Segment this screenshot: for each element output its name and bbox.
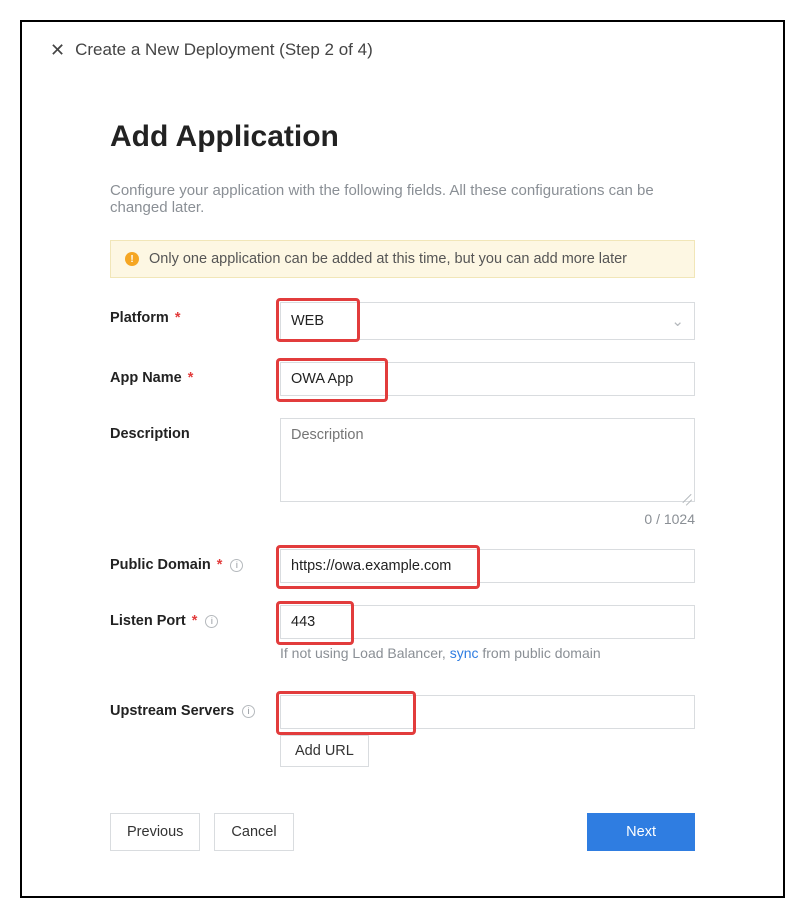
label-listen-port: Listen Port * i [110, 605, 280, 629]
label-listen-port-text: Listen Port [110, 613, 186, 629]
label-public-domain-text: Public Domain [110, 557, 211, 573]
row-public-domain: Public Domain * i [110, 549, 695, 583]
upstream-input[interactable] [280, 695, 695, 729]
deployment-dialog: ✕ Create a New Deployment (Step 2 of 4) … [20, 20, 785, 898]
spacer [308, 813, 574, 851]
listen-port-hint-suffix: from public domain [478, 645, 600, 661]
row-upstream: Upstream Servers i [110, 695, 695, 729]
next-button[interactable]: Next [587, 813, 695, 851]
label-app-name: App Name * [110, 362, 280, 386]
listen-port-hint: If not using Load Balancer, sync from pu… [280, 645, 695, 661]
row-platform: Platform * WEB ⌄ [110, 302, 695, 340]
required-asterisk: * [188, 370, 194, 386]
platform-select[interactable]: WEB ⌄ [280, 302, 695, 340]
info-icon: ! [125, 252, 139, 266]
close-icon[interactable]: ✕ [50, 41, 65, 59]
dialog-footer: Previous Cancel Next [50, 813, 755, 851]
label-platform-text: Platform [110, 310, 169, 326]
info-notice: ! Only one application can be added at t… [110, 240, 695, 278]
public-domain-input[interactable] [280, 549, 695, 583]
listen-port-input[interactable] [280, 605, 695, 639]
spacer [110, 735, 280, 743]
label-description: Description [110, 418, 280, 442]
dialog-title: Create a New Deployment (Step 2 of 4) [75, 40, 373, 60]
info-notice-text: Only one application can be added at thi… [149, 251, 627, 267]
label-description-text: Description [110, 426, 190, 442]
page-title: Add Application [110, 120, 695, 154]
required-asterisk: * [217, 557, 223, 573]
row-upstream-add: Add URL [110, 735, 695, 767]
row-app-name: App Name * [110, 362, 695, 396]
label-upstream-text: Upstream Servers [110, 703, 234, 719]
label-app-name-text: App Name [110, 370, 182, 386]
description-textarea[interactable] [280, 418, 695, 502]
sync-link[interactable]: sync [450, 645, 479, 661]
required-asterisk: * [192, 613, 198, 629]
info-icon[interactable]: i [242, 705, 255, 718]
description-char-count: 0 / 1024 [280, 511, 695, 527]
page-subtitle: Configure your application with the foll… [110, 182, 695, 216]
label-upstream: Upstream Servers i [110, 695, 280, 719]
add-url-button[interactable]: Add URL [280, 735, 369, 767]
previous-button[interactable]: Previous [110, 813, 200, 851]
label-platform: Platform * [110, 302, 280, 326]
cancel-button[interactable]: Cancel [214, 813, 293, 851]
row-description: Description 0 / 1024 [110, 418, 695, 527]
app-name-input[interactable] [280, 362, 695, 396]
label-public-domain: Public Domain * i [110, 549, 280, 573]
row-listen-port: Listen Port * i If not using Load Balanc… [110, 605, 695, 661]
listen-port-hint-prefix: If not using Load Balancer, [280, 645, 450, 661]
required-asterisk: * [175, 310, 181, 326]
info-icon[interactable]: i [205, 615, 218, 628]
info-icon[interactable]: i [230, 559, 243, 572]
dialog-content: Add Application Configure your applicati… [50, 120, 755, 767]
chevron-down-icon: ⌄ [671, 312, 684, 330]
platform-select-value: WEB [291, 313, 324, 329]
dialog-titlebar: ✕ Create a New Deployment (Step 2 of 4) [50, 40, 755, 60]
